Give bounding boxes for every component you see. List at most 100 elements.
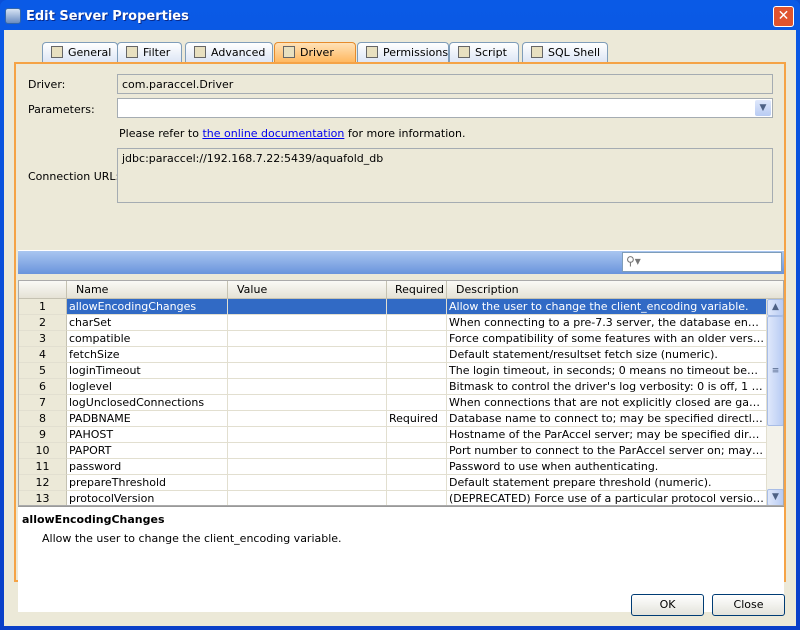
details-title: allowEncodingChanges: [22, 513, 165, 526]
column-header-required[interactable]: Required: [387, 281, 447, 299]
tab-sql-shell[interactable]: SQL Shell: [522, 42, 608, 62]
property-description: (DEPRECATED) Force use of a particular p…: [449, 491, 767, 505]
property-value[interactable]: [228, 411, 387, 427]
tab-filter[interactable]: Filter: [117, 42, 182, 62]
row-index: 7: [19, 395, 67, 411]
column-header-description[interactable]: Description: [447, 281, 783, 299]
table-row[interactable]: 3 compatible Force compatibility of some f…: [19, 331, 767, 347]
dialog-body: General Filter Advanced Driver Permissio…: [4, 30, 796, 626]
property-description: When connections that are not explicitly…: [447, 395, 767, 411]
script-icon: [458, 46, 470, 58]
property-value[interactable]: [228, 347, 387, 363]
property-required: [387, 331, 447, 347]
property-description: Hostname of the ParAccel server; may be …: [447, 427, 767, 443]
property-value[interactable]: [228, 395, 387, 411]
scroll-up-icon[interactable]: ▲: [767, 299, 783, 316]
row-index: 2: [19, 315, 67, 331]
table-row[interactable]: 10 PAPORT Port number to connect to the Pa…: [19, 443, 767, 459]
property-description: Bitmask to control the driver's log verb…: [447, 379, 767, 395]
property-description: Allow the user to change the client_enco…: [447, 299, 767, 315]
scroll-thumb[interactable]: ≡: [767, 316, 783, 426]
driver-label: Driver:: [28, 78, 66, 91]
table-row[interactable]: 5 loginTimeout The login timeout, in secon…: [19, 363, 767, 379]
tab-advanced[interactable]: Advanced: [185, 42, 273, 62]
row-index: 5: [19, 363, 67, 379]
server-icon: [5, 8, 21, 24]
table-row[interactable]: 9 PAHOST Hostname of the ParAccel server; …: [19, 427, 767, 443]
driver-field[interactable]: com.paraccel.Driver: [117, 74, 773, 94]
property-value[interactable]: [228, 475, 387, 491]
tab-script[interactable]: Script: [449, 42, 519, 62]
connection-url-field[interactable]: jdbc:paraccel://192.168.7.22:5439/aquafo…: [117, 148, 773, 203]
column-header-name[interactable]: Name: [67, 281, 228, 299]
column-header-index[interactable]: [19, 281, 67, 299]
tab-label: General: [68, 46, 112, 59]
property-value[interactable]: [228, 459, 387, 475]
property-value[interactable]: [228, 315, 387, 331]
property-description: The login timeout, in seconds; 0 means n…: [447, 363, 767, 379]
scroll-down-icon[interactable]: ▼: [767, 489, 783, 505]
property-description: Password to use when authenticating.: [447, 459, 767, 475]
row-index: 11: [19, 459, 67, 475]
property-name: allowEncodingChanges: [67, 299, 228, 315]
tab-label: Permissions: [383, 46, 449, 59]
table-row[interactable]: 11 password Password to use when authentic…: [19, 459, 767, 475]
property-required: [387, 491, 447, 505]
property-description: Force compatibility of some features wit…: [447, 331, 767, 347]
table-row[interactable]: 6 loglevel Bitmask to control the driver's…: [19, 379, 767, 395]
table-row[interactable]: 2 charSet When connecting to a pre-7.3 ser…: [19, 315, 767, 331]
property-value[interactable]: [228, 443, 387, 459]
property-required: [387, 459, 447, 475]
search-input[interactable]: ⚲▾: [622, 252, 782, 272]
property-name: loglevel: [67, 379, 228, 395]
general-icon: [51, 46, 63, 58]
tab-general[interactable]: General: [42, 42, 118, 62]
property-name: prepareThreshold: [67, 475, 228, 491]
table-row[interactable]: 12 prepareThreshold Default statement prep…: [19, 475, 767, 491]
property-required: [387, 379, 447, 395]
table-row[interactable]: 4 fetchSize Default statement/resultset fe…: [19, 347, 767, 363]
table-row[interactable]: 8 PADBNAME Required Database name to connec…: [19, 411, 767, 427]
row-index: 3: [19, 331, 67, 347]
tab-label: SQL Shell: [548, 46, 601, 59]
table-row[interactable]: 7 logUnclosedConnections When connections …: [19, 395, 767, 411]
search-icon[interactable]: ⚲▾: [626, 254, 641, 268]
tab-driver[interactable]: Driver: [274, 42, 356, 63]
property-name: PAHOST: [67, 427, 228, 443]
documentation-link[interactable]: the online documentation: [202, 127, 344, 140]
ok-button[interactable]: OK: [631, 594, 704, 616]
table-row[interactable]: 13 protocolVersion (DEPRECATED) Force use …: [19, 491, 767, 505]
property-description: Default statement/resultset fetch size (…: [447, 347, 767, 363]
property-description: Database name to connect to; may be spec…: [447, 411, 767, 427]
table-scrollbar[interactable]: ▲ ≡ ▼: [767, 299, 783, 505]
property-value[interactable]: [228, 363, 387, 379]
property-name: protocolVersion: [67, 491, 228, 505]
property-name: password: [67, 459, 228, 475]
tab-label: Script: [475, 46, 507, 59]
property-name: fetchSize: [67, 347, 228, 363]
property-required: [387, 443, 447, 459]
column-header-value[interactable]: Value: [228, 281, 387, 299]
property-value[interactable]: [228, 331, 387, 347]
property-name: compatible: [67, 331, 228, 347]
row-index: 9: [19, 427, 67, 443]
parameters-combo[interactable]: ▼: [117, 98, 773, 118]
tab-label: Filter: [143, 46, 171, 59]
property-value[interactable]: [228, 427, 387, 443]
close-button[interactable]: Close: [712, 594, 785, 616]
chevron-down-icon[interactable]: ▼: [755, 100, 771, 116]
property-value[interactable]: [228, 491, 387, 505]
driver-panel: Driver: com.paraccel.Driver Parameters: …: [14, 62, 786, 612]
row-index: 13: [19, 491, 67, 505]
driver-icon: [283, 46, 295, 58]
tab-permissions[interactable]: Permissions: [357, 42, 449, 62]
row-index: 10: [19, 443, 67, 459]
property-required: [387, 427, 447, 443]
property-value[interactable]: [228, 299, 387, 315]
property-value[interactable]: [228, 379, 387, 395]
close-window-button[interactable]: ✕: [773, 6, 794, 27]
table-row[interactable]: 1 allowEncodingChanges Allow the user to c…: [19, 299, 767, 315]
details-description: Allow the user to change the client_enco…: [42, 532, 342, 545]
info-suffix: for more information.: [344, 127, 466, 140]
property-name: PAPORT: [67, 443, 228, 459]
